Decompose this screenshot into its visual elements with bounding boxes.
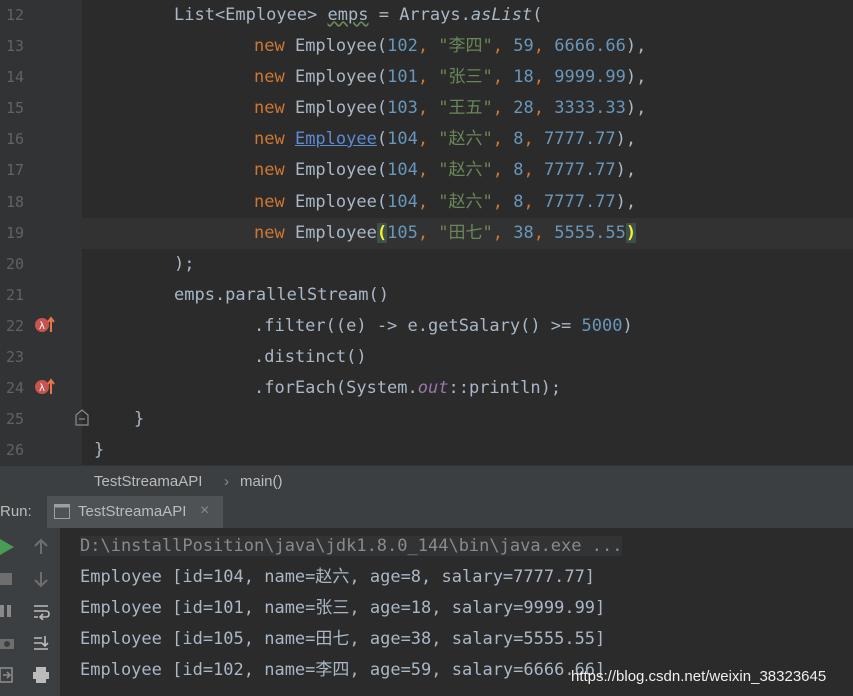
run-tab-label: TestStreamaAPI [78, 503, 187, 520]
matched-brace: ( [376, 223, 388, 243]
code-line[interactable]: new Employee(104, "赵六", 8, 7777.77), [254, 124, 636, 155]
code-line[interactable]: emps.parallelStream() [174, 280, 389, 311]
close-icon[interactable]: × [200, 502, 209, 520]
line-number: 17 [5, 161, 24, 179]
run-icon[interactable] [0, 538, 18, 556]
gutter: 12 13 14 15 16 17 18 19 20 21 22 23 24 2… [0, 0, 82, 465]
watermark: https://blog.csdn.net/weixin_38323645 [571, 668, 827, 685]
line-number: 19 [5, 224, 24, 242]
line-number: 23 [5, 348, 24, 366]
code-line[interactable]: .filter((e) -> e.getSalary() >= 5000) [254, 311, 633, 342]
run-tool-strip [0, 528, 60, 696]
up-icon[interactable] [32, 538, 50, 556]
line-number: 12 [5, 6, 24, 24]
code-editor[interactable]: 12 13 14 15 16 17 18 19 20 21 22 23 24 2… [0, 0, 853, 465]
run-label: Run: [0, 503, 32, 520]
down-icon[interactable] [32, 570, 50, 588]
line-number: 21 [5, 286, 24, 304]
line-number: 13 [5, 37, 24, 55]
console-line: Employee [id=104, name=赵六, age=8, salary… [80, 567, 596, 587]
camera-icon[interactable] [0, 634, 18, 652]
svg-text:λ: λ [39, 383, 45, 394]
line-number: 15 [5, 99, 24, 117]
code-line[interactable]: new Employee(104, "赵六", 8, 7777.77), [254, 187, 636, 218]
code-line[interactable]: ); [174, 249, 194, 280]
code-line[interactable]: .forEach(System.out::println); [254, 373, 561, 404]
console-command: D:\installPosition\java\jdk1.8.0_144\bin… [80, 536, 623, 556]
print-icon[interactable] [32, 666, 50, 684]
line-number: 26 [5, 441, 24, 459]
console-line: Employee [id=105, name=田七, age=38, salar… [80, 629, 606, 649]
wrap-icon[interactable] [32, 602, 50, 620]
line-number: 24 [5, 379, 24, 397]
code-line[interactable]: .distinct() [254, 342, 367, 373]
fold-icon[interactable] [74, 408, 90, 426]
code-line[interactable]: new Employee(102, "李四", 59, 6666.66), [254, 31, 646, 62]
console-icon [54, 504, 70, 519]
code-line[interactable]: List<Employee> emps = Arrays.asList( [174, 0, 543, 31]
breadcrumb-separator: › [224, 473, 229, 490]
lambda-icon[interactable]: λ [34, 378, 56, 396]
lambda-icon[interactable]: λ [34, 316, 56, 334]
breadcrumb-method[interactable]: main() [240, 473, 283, 490]
line-number: 25 [5, 410, 24, 428]
code-line[interactable]: new Employee(105, "田七", 38, 5555.55) [254, 218, 637, 249]
run-tab[interactable]: TestStreamaAPI × [47, 496, 223, 528]
breadcrumb: TestStreamaAPI › main() [0, 465, 853, 497]
breadcrumb-class[interactable]: TestStreamaAPI [94, 473, 202, 490]
login-icon[interactable] [0, 666, 18, 684]
line-number: 18 [5, 193, 24, 211]
code-line[interactable]: new Employee(101, "张三", 18, 9999.99), [254, 62, 646, 93]
pause-icon[interactable] [0, 602, 18, 620]
line-number: 20 [5, 255, 24, 273]
code-line[interactable]: } [134, 404, 144, 435]
employee-class-link[interactable]: Employee [295, 129, 377, 149]
code-line[interactable]: new Employee(103, "王五", 28, 3333.33), [254, 93, 646, 124]
code-line[interactable]: } [94, 435, 104, 466]
line-number: 14 [5, 68, 24, 86]
line-number: 22 [5, 317, 24, 335]
console-line: Employee [id=102, name=李四, age=59, salar… [80, 660, 606, 680]
run-toolbar: Run: TestStreamaAPI × [0, 496, 853, 529]
scroll-end-icon[interactable] [32, 634, 50, 652]
stop-icon[interactable] [0, 570, 18, 588]
code-line[interactable]: new Employee(104, "赵六", 8, 7777.77), [254, 155, 636, 186]
matched-brace: ) [625, 223, 637, 243]
svg-text:λ: λ [39, 321, 45, 332]
console-line: Employee [id=101, name=张三, age=18, salar… [80, 598, 606, 618]
line-number: 16 [5, 130, 24, 148]
